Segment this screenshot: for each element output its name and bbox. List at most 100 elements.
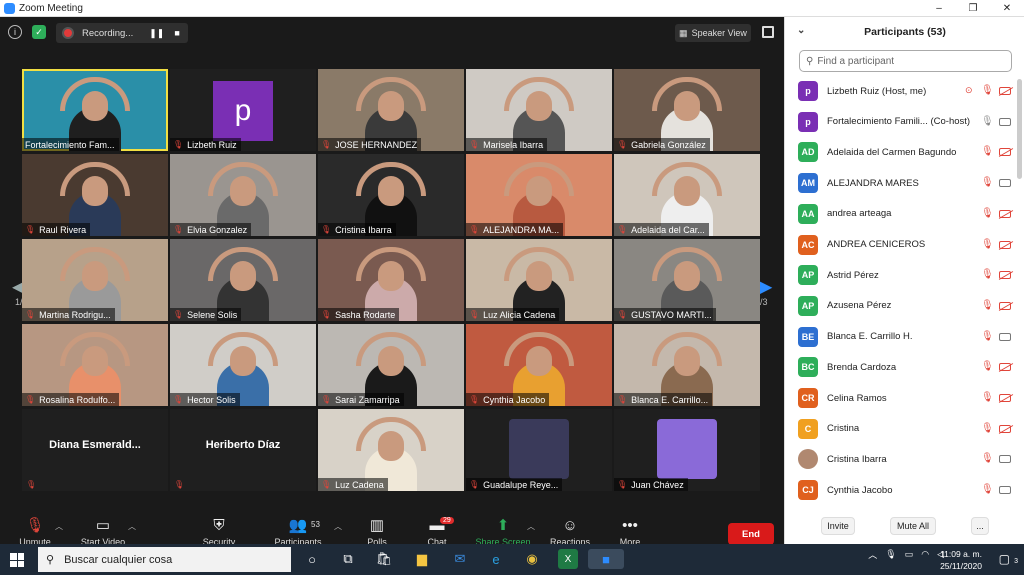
video-off-icon[interactable]: [999, 394, 1011, 402]
participant-row[interactable]: p Lizbeth Ruiz (Host, me) ⊙ 🎙: [785, 76, 1017, 106]
participant-row[interactable]: BE Blanca E. Carrillo H. 🎙: [785, 322, 1017, 352]
muted-mic-icon[interactable]: 🎙: [981, 423, 994, 434]
share-options-caret[interactable]: ︿: [527, 521, 535, 532]
windows-start-icon[interactable]: [10, 553, 24, 567]
participant-tile[interactable]: 🎙 Juan Chávez: [614, 409, 760, 491]
participant-tile[interactable]: Diana Esmerald... 🎙: [22, 409, 168, 491]
audio-options-caret[interactable]: ︿: [55, 521, 63, 532]
chevron-up-icon[interactable]: ︿: [868, 548, 877, 561]
store-icon[interactable]: 🛍: [374, 549, 394, 569]
video-off-icon[interactable]: [999, 271, 1011, 280]
chrome-icon[interactable]: ◉: [522, 549, 542, 569]
shield-icon[interactable]: ✓: [32, 25, 46, 39]
edge-icon[interactable]: e: [486, 549, 506, 569]
participant-row[interactable]: AM ALEJANDRA MARES 🎙: [785, 168, 1017, 198]
participant-tile[interactable]: 🎙 Sarai Zamarripa: [318, 324, 464, 406]
participant-tile[interactable]: Fortalecimiento Fam...: [22, 69, 168, 151]
minimize-button[interactable]: –: [922, 0, 956, 17]
participant-tile[interactable]: 🎙 GUSTAVO MARTI...: [614, 239, 760, 321]
participant-tile[interactable]: 🎙 Luz Alicia Cadena: [466, 239, 612, 321]
participant-tile[interactable]: 🎙 Guadalupe Reye...: [466, 409, 612, 491]
close-button[interactable]: ✕: [990, 0, 1024, 17]
video-off-icon[interactable]: [999, 209, 1011, 218]
participant-row[interactable]: C Cristina 🎙: [785, 414, 1017, 444]
participant-tile[interactable]: Heriberto Díaz 🎙: [170, 409, 316, 491]
muted-mic-icon[interactable]: 🎙: [981, 331, 994, 342]
video-options-caret[interactable]: ︿: [128, 521, 136, 532]
participant-tile[interactable]: 🎙 Selene Solis: [170, 239, 316, 321]
video-off-icon[interactable]: [999, 87, 1011, 95]
participant-row[interactable]: Cristina Ibarra 🎙: [785, 444, 1017, 474]
taskbar-clock[interactable]: 11:09 a. m. 25/11/2020: [940, 548, 982, 572]
participant-row[interactable]: p Fortalecimiento Famili... (Co-host) 🎙: [785, 107, 1017, 137]
muted-mic-icon[interactable]: 🎙: [981, 392, 994, 403]
participant-row[interactable]: BC Brenda Cardoza 🎙: [785, 352, 1017, 382]
task-view-icon[interactable]: ⧉: [338, 549, 358, 569]
excel-icon[interactable]: X: [558, 549, 578, 569]
participant-row[interactable]: CJ Cynthia Jacobo 🎙: [785, 475, 1017, 505]
muted-mic-icon[interactable]: 🎙: [981, 453, 994, 464]
video-off-icon[interactable]: [999, 240, 1011, 249]
video-icon[interactable]: [999, 117, 1011, 126]
chat-button[interactable]: ▬ Chat: [402, 515, 472, 547]
participant-tile[interactable]: 🎙 ALEJANDRA MA...: [466, 154, 612, 236]
maximize-button[interactable]: ❐: [956, 0, 990, 17]
muted-mic-icon[interactable]: 🎙: [981, 208, 994, 219]
video-icon[interactable]: [999, 332, 1011, 341]
more-button[interactable]: ••• More: [595, 515, 665, 547]
taskbar-search-input[interactable]: ⚲ Buscar cualquier cosa: [38, 547, 291, 572]
chevron-down-icon[interactable]: ⌄: [797, 25, 805, 36]
participant-tile[interactable]: 🎙 Adelaida del Car...: [614, 154, 760, 236]
participant-tile[interactable]: 🎙 Marisela Ibarra: [466, 69, 612, 151]
video-off-icon[interactable]: [999, 148, 1011, 157]
participant-tile[interactable]: 🎙 Elvia Gonzalez: [170, 154, 316, 236]
cortana-icon[interactable]: ○: [302, 549, 322, 569]
participant-row[interactable]: AP Astrid Pérez 🎙: [785, 260, 1017, 290]
participant-tile[interactable]: 🎙 Cristina Ibarra: [318, 154, 464, 236]
participant-row[interactable]: CR Celina Ramos 🎙: [785, 383, 1017, 413]
video-icon[interactable]: [999, 486, 1011, 495]
muted-mic-icon[interactable]: 🎙: [981, 300, 994, 311]
muted-mic-icon[interactable]: 🎙: [981, 177, 994, 188]
participant-tile[interactable]: 🎙 Gabriela González: [614, 69, 760, 151]
muted-mic-icon[interactable]: 🎙: [981, 239, 994, 250]
video-icon[interactable]: [999, 179, 1011, 188]
panel-more-button[interactable]: ...: [971, 517, 989, 535]
participant-tile[interactable]: 🎙 Hector Solis: [170, 324, 316, 406]
participant-tile[interactable]: 🎙 Blanca E. Carrillo...: [614, 324, 760, 406]
fullscreen-icon[interactable]: [762, 26, 774, 38]
battery-icon[interactable]: ▭: [905, 549, 914, 560]
participant-tile[interactable]: 🎙 Rosalina Rodulfo...: [22, 324, 168, 406]
security-button[interactable]: ⛨ Security: [184, 515, 254, 547]
mail-icon[interactable]: ✉: [450, 549, 470, 569]
participant-row[interactable]: AA andrea arteaga 🎙: [785, 199, 1017, 229]
microphone-icon[interactable]: 🎙: [885, 549, 896, 560]
participant-list-scrollbar[interactable]: [1017, 79, 1022, 179]
speaker-view-button[interactable]: ▦ Speaker View: [675, 24, 751, 42]
participant-tile[interactable]: 🎙 Cynthia Jacobo: [466, 324, 612, 406]
notifications-icon[interactable]: ▢: [999, 552, 1010, 566]
video-off-icon[interactable]: [999, 301, 1011, 310]
participant-tile[interactable]: 🎙 Martina Rodrigu...: [22, 239, 168, 321]
muted-mic-icon[interactable]: 🎙: [981, 361, 994, 372]
participant-row[interactable]: AC ANDREA CENICEROS 🎙: [785, 230, 1017, 260]
file-explorer-icon[interactable]: ▆: [412, 549, 432, 569]
end-meeting-button[interactable]: End: [728, 523, 774, 545]
muted-mic-icon[interactable]: 🎙: [981, 146, 994, 157]
video-icon[interactable]: [999, 455, 1011, 464]
participant-row[interactable]: AP Azusena Pérez 🎙: [785, 291, 1017, 321]
muted-mic-icon[interactable]: 🎙: [981, 85, 994, 96]
muted-mic-icon[interactable]: 🎙: [981, 269, 994, 280]
participant-tile[interactable]: p 🎙 Lizbeth Ruiz: [170, 69, 316, 151]
invite-button[interactable]: Invite: [821, 517, 855, 535]
participant-tile[interactable]: 🎙 Luz Cadena: [318, 409, 464, 491]
mic-icon[interactable]: 🎙: [981, 116, 994, 127]
zoom-taskbar-icon[interactable]: ■: [588, 549, 624, 569]
participant-search-input[interactable]: ⚲ Find a participant: [799, 50, 1012, 72]
pause-recording-button[interactable]: ❚❚: [149, 28, 164, 39]
video-off-icon[interactable]: [999, 424, 1011, 433]
stop-recording-button[interactable]: ■: [174, 28, 179, 38]
participant-tile[interactable]: 🎙 Raul Rivera: [22, 154, 168, 236]
participant-tile[interactable]: 🎙 Sasha Rodarte: [318, 239, 464, 321]
participants-options-caret[interactable]: ︿: [334, 521, 342, 532]
